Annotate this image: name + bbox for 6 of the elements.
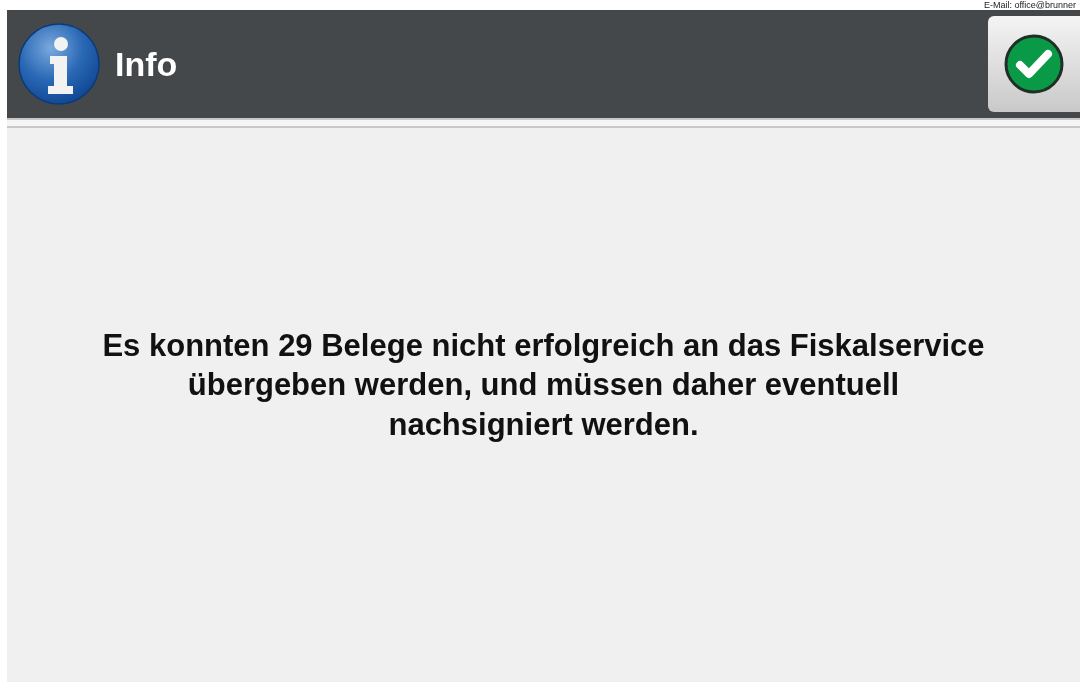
info-message: Es konnten 29 Belege nicht erfolgreich an das Fiskalservice übergeben werden, und müssen daher eventuell nachsigniert werden.: [101, 326, 986, 444]
confirm-button[interactable]: [988, 16, 1080, 112]
checkmark-icon: [1003, 33, 1065, 95]
dialog-title: Info: [115, 44, 178, 84]
email-note: E-Mail: office@brunner: [984, 0, 1076, 10]
info-icon: [17, 22, 101, 106]
